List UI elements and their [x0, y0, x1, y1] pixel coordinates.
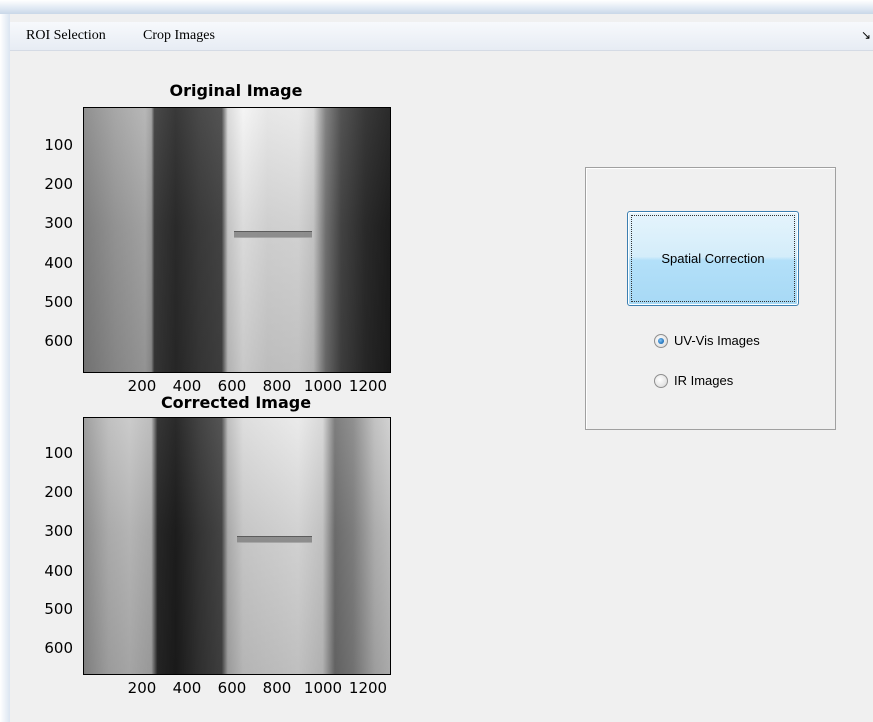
- original-image-plot: [83, 107, 391, 373]
- chevron-right-icon[interactable]: ↘: [861, 28, 871, 42]
- ytick-label: 200: [44, 483, 73, 501]
- radio-selected-icon[interactable]: [654, 333, 668, 348]
- ytick-label: 400: [44, 562, 73, 580]
- menu-roi-selection[interactable]: ROI Selection: [26, 28, 106, 44]
- ytick-label: 600: [44, 332, 73, 350]
- xtick-label: 400: [172, 679, 202, 697]
- xtick-label: 200: [127, 679, 157, 697]
- ytick-label: 200: [44, 175, 73, 193]
- menu-bar: ROI Selection Crop Images ↘: [10, 22, 873, 51]
- window-top-border: [0, 0, 873, 14]
- xtick-label: 600: [217, 679, 247, 697]
- figure-window: ROI Selection Crop Images ↘ Original Ima…: [0, 0, 873, 722]
- original-image: [84, 108, 390, 372]
- spatial-correction-button[interactable]: Spatial Correction: [627, 211, 799, 306]
- radio-unselected-icon[interactable]: [654, 373, 668, 388]
- ytick-label: 300: [44, 522, 73, 540]
- radio-uv-vis-images[interactable]: UV-Vis Images: [654, 333, 760, 348]
- control-panel: Spatial Correction UV-Vis Images IR Imag…: [585, 167, 836, 430]
- window-left-border: [0, 14, 10, 722]
- xtick-label: 1200: [348, 679, 388, 697]
- ytick-label: 600: [44, 639, 73, 657]
- corrected-image-plot: [83, 417, 391, 675]
- radio-uv-vis-label: UV-Vis Images: [674, 333, 760, 348]
- spatial-correction-label: Spatial Correction: [661, 251, 765, 266]
- corrected-image: [84, 418, 390, 674]
- xtick-label: 1000: [303, 679, 343, 697]
- image-feature: [237, 536, 312, 543]
- axes-title-original: Original Image: [169, 81, 303, 100]
- radio-ir-label: IR Images: [674, 373, 734, 388]
- ytick-label: 500: [44, 600, 73, 618]
- ytick-label: 400: [44, 254, 73, 272]
- ytick-label: 300: [44, 214, 73, 232]
- ytick-label: 500: [44, 293, 73, 311]
- image-feature: [234, 231, 312, 238]
- radio-ir-images[interactable]: IR Images: [654, 373, 733, 388]
- ytick-label: 100: [44, 444, 73, 462]
- ytick-label: 100: [44, 136, 73, 154]
- menu-crop-images[interactable]: Crop Images: [143, 28, 215, 44]
- xtick-label: 800: [262, 679, 292, 697]
- axes-title-corrected: Corrected Image: [160, 393, 312, 412]
